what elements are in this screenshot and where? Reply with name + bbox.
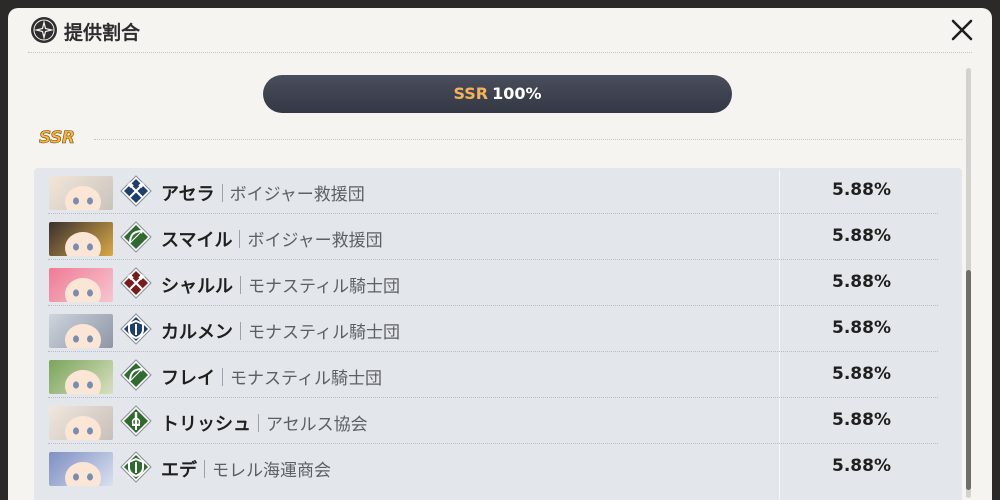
crossed-hammers-icon (120, 267, 152, 299)
dialog-title: 提供割合 (64, 22, 141, 44)
name-separator (222, 368, 223, 386)
sword-icon (120, 405, 152, 437)
name-separator (258, 414, 259, 432)
character-portrait (49, 268, 113, 302)
character-faction: ボイジャー救援団 (247, 231, 383, 251)
character-faction: モナスティル騎士団 (230, 369, 382, 389)
character-rate: 5.88% (832, 410, 891, 430)
character-name-block: シャルル モナスティル騎士団 (161, 272, 400, 298)
character-faction: モレル海運商会 (212, 461, 331, 481)
name-separator (204, 460, 205, 478)
character-portrait (49, 406, 113, 440)
character-name-block: エデ モレル海運商会 (161, 456, 331, 482)
name-separator (240, 322, 241, 340)
character-rate: 5.88% (832, 226, 891, 246)
character-portrait (49, 222, 113, 256)
crossed-hammers-icon (120, 175, 152, 207)
shield-icon (120, 313, 152, 345)
shield-icon (120, 451, 152, 483)
character-portrait (49, 176, 113, 210)
bow-icon (120, 359, 152, 391)
character-row[interactable]: フレイ モナスティル騎士団 5.88% (34, 352, 962, 398)
compass-star-icon (31, 17, 57, 43)
character-name-block: スマイル ボイジャー救援団 (161, 226, 383, 252)
character-faction: モナスティル騎士団 (248, 323, 400, 343)
character-rate: 5.88% (832, 364, 891, 384)
dialog-header: 提供割合 (8, 8, 992, 58)
bow-icon (120, 221, 152, 253)
character-faction: アセルス協会 (266, 415, 368, 435)
name-separator (221, 184, 223, 202)
character-rate: 5.88% (832, 272, 891, 292)
character-name-block: アセラ ボイジャー救援団 (161, 180, 365, 206)
character-portrait (49, 314, 113, 348)
character-row[interactable]: アセラ ボイジャー救援団 5.88% (34, 168, 962, 214)
header-divider (28, 52, 972, 53)
character-name: トリッシュ (161, 414, 251, 435)
name-separator (239, 230, 241, 248)
character-rate: 5.88% (832, 180, 891, 200)
character-row[interactable]: スマイル ボイジャー救援団 5.88% (34, 214, 962, 260)
total-rate-badge: SSR 100% (263, 75, 732, 113)
character-name-block: トリッシュ アセルス協会 (161, 410, 368, 436)
character-list[interactable]: アセラ ボイジャー救援団 5.88% スマイル ボイジャー救援団 5.88% シャルル モナス… (34, 168, 962, 500)
total-rate-value: 100% (492, 84, 542, 103)
name-separator (240, 276, 241, 294)
character-name: カルメン (161, 322, 233, 343)
character-faction: ボイジャー救援団 (229, 185, 365, 205)
character-name: スマイル (161, 230, 233, 251)
character-name: フレイ (161, 368, 215, 389)
character-name: シャルル (161, 276, 233, 297)
character-row[interactable]: シャルル モナスティル騎士団 5.88% (34, 260, 962, 306)
close-icon[interactable] (950, 18, 974, 42)
character-row[interactable]: トリッシュ アセルス協会 5.88% (34, 398, 962, 444)
character-name: アセラ (161, 184, 215, 205)
character-name-block: カルメン モナスティル騎士団 (161, 318, 400, 344)
character-rate: 5.88% (832, 318, 891, 338)
character-faction: モナスティル騎士団 (248, 277, 400, 297)
section-label: SSR (39, 128, 76, 149)
character-row[interactable]: エデ モレル海運商会 5.88% (34, 444, 962, 490)
character-name: エデ (161, 460, 197, 481)
character-name-block: フレイ モナスティル騎士団 (161, 364, 382, 390)
scrollbar-thumb[interactable] (966, 270, 971, 490)
character-portrait (49, 452, 113, 486)
character-portrait (49, 360, 113, 394)
section-divider (94, 139, 962, 140)
rates-dialog: 提供割合 SSR 100% SSR アセラ ボイジャー救援団 5.88% スマイル ボイジ… (8, 8, 992, 500)
character-row[interactable]: カルメン モナスティル騎士団 5.88% (34, 306, 962, 352)
total-rate-rank: SSR (453, 84, 489, 103)
character-rate: 5.88% (832, 456, 891, 476)
